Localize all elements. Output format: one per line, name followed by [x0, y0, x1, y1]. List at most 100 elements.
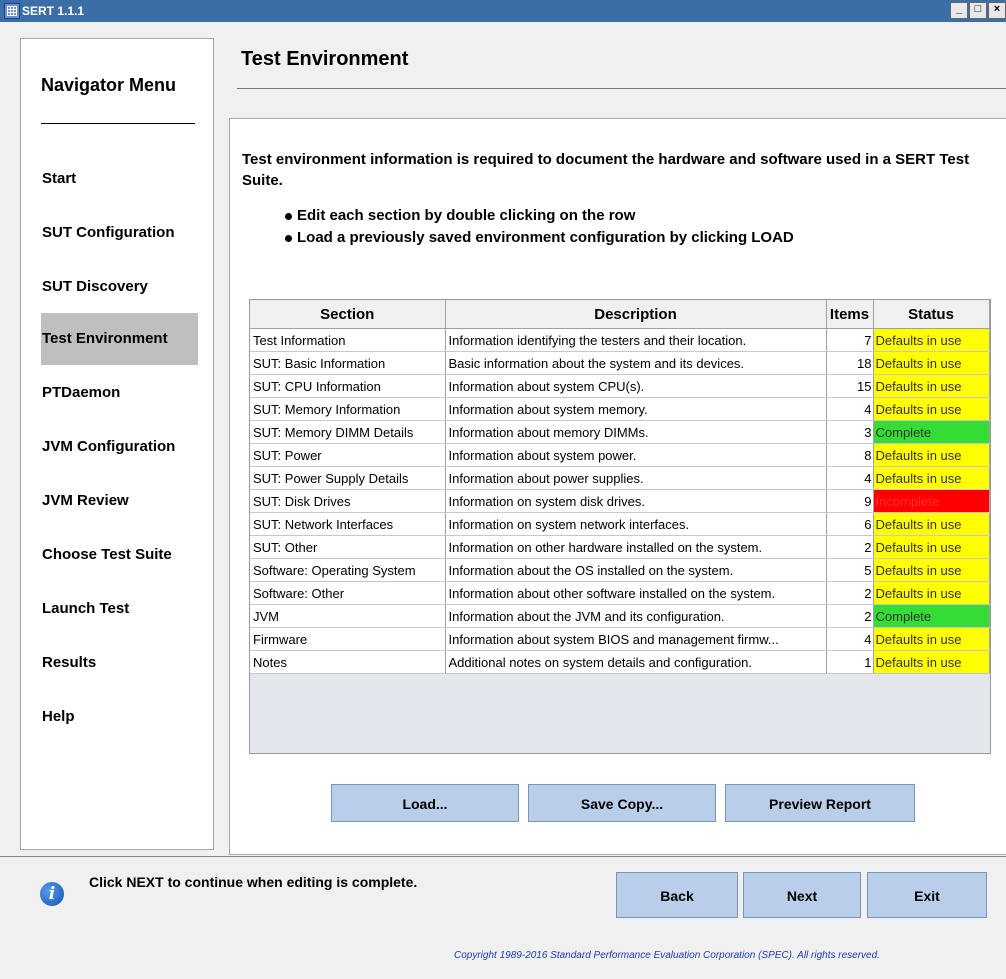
cell-items[interactable]: 9: [826, 489, 874, 513]
cell-items[interactable]: 4: [826, 397, 874, 421]
table-row[interactable]: SUT: Disk Drives Information on system di…: [250, 489, 990, 513]
cell-section[interactable]: Firmware: [250, 627, 446, 651]
cell-description[interactable]: Information identifying the testers and …: [445, 328, 827, 352]
cell-items[interactable]: 6: [826, 512, 874, 536]
cell-description[interactable]: Information about other software install…: [445, 581, 827, 605]
nav-item-sut-discovery[interactable]: SUT Discovery: [41, 261, 198, 313]
cell-items[interactable]: 2: [826, 581, 874, 605]
nav-item-ptdaemon[interactable]: PTDaemon: [41, 367, 198, 419]
cell-section[interactable]: SUT: Power: [250, 443, 446, 467]
cell-description[interactable]: Information about the OS installed on th…: [445, 558, 827, 582]
cell-items[interactable]: 7: [826, 328, 874, 352]
cell-description[interactable]: Information about system CPU(s).: [445, 374, 827, 398]
cell-status[interactable]: Defaults in use: [873, 466, 990, 490]
cell-status[interactable]: Defaults in use: [873, 627, 990, 651]
nav-item-test-environment[interactable]: Test Environment: [41, 313, 198, 365]
table-row[interactable]: SUT: Network Interfaces Information on sy…: [250, 512, 990, 536]
preview-report-button[interactable]: Preview Report: [725, 784, 915, 822]
table-row[interactable]: SUT: CPU Information Information about sy…: [250, 374, 990, 398]
cell-section[interactable]: Software: Other: [250, 581, 446, 605]
exit-button[interactable]: Exit: [867, 872, 987, 918]
table-row[interactable]: JVM Information about the JVM and its con…: [250, 604, 990, 628]
cell-section[interactable]: SUT: Disk Drives: [250, 489, 446, 513]
info-icon: i: [40, 882, 64, 906]
cell-description[interactable]: Information about the JVM and its config…: [445, 604, 827, 628]
cell-items[interactable]: 4: [826, 466, 874, 490]
nav-item-help[interactable]: Help: [41, 691, 198, 743]
cell-status[interactable]: Defaults in use: [873, 650, 990, 674]
table-row[interactable]: SUT: Power Information about system power…: [250, 443, 990, 467]
cell-description[interactable]: Information on system disk drives.: [445, 489, 827, 513]
cell-status[interactable]: Defaults in use: [873, 374, 990, 398]
table-row[interactable]: SUT: Memory Information Information about…: [250, 397, 990, 421]
table-row[interactable]: SUT: Other Information on other hardware …: [250, 535, 990, 559]
back-button[interactable]: Back: [616, 872, 738, 918]
cell-description[interactable]: Information on other hardware installed …: [445, 535, 827, 559]
cell-items[interactable]: 1: [826, 650, 874, 674]
cell-items[interactable]: 15: [826, 374, 874, 398]
cell-status[interactable]: Defaults in use: [873, 581, 990, 605]
nav-item-start[interactable]: Start: [41, 153, 198, 205]
cell-status[interactable]: Defaults in use: [873, 558, 990, 582]
cell-section[interactable]: SUT: Basic Information: [250, 351, 446, 375]
cell-items[interactable]: 5: [826, 558, 874, 582]
cell-items[interactable]: 3: [826, 420, 874, 444]
cell-status[interactable]: Complete: [873, 420, 990, 444]
nav-item-choose-test-suite[interactable]: Choose Test Suite: [41, 529, 198, 581]
cell-status[interactable]: Defaults in use: [873, 351, 990, 375]
cell-status[interactable]: Defaults in use: [873, 512, 990, 536]
cell-status[interactable]: Defaults in use: [873, 535, 990, 559]
nav-item-sut-configuration[interactable]: SUT Configuration: [41, 207, 198, 259]
next-button[interactable]: Next: [743, 872, 861, 918]
cell-items[interactable]: 8: [826, 443, 874, 467]
cell-description[interactable]: Information about power supplies.: [445, 466, 827, 490]
table-row[interactable]: Firmware Information about system BIOS an…: [250, 627, 990, 651]
cell-section[interactable]: SUT: Network Interfaces: [250, 512, 446, 536]
maximize-button[interactable]: □: [969, 2, 987, 19]
close-button[interactable]: ×: [988, 2, 1006, 19]
cell-section[interactable]: SUT: CPU Information: [250, 374, 446, 398]
column-header-status[interactable]: Status: [873, 300, 990, 329]
load-button[interactable]: Load...: [331, 784, 519, 822]
column-header-items[interactable]: Items: [826, 300, 874, 329]
cell-section[interactable]: SUT: Memory Information: [250, 397, 446, 421]
cell-status[interactable]: Defaults in use: [873, 397, 990, 421]
cell-section[interactable]: SUT: Power Supply Details: [250, 466, 446, 490]
cell-section[interactable]: Notes: [250, 650, 446, 674]
cell-description[interactable]: Information about system power.: [445, 443, 827, 467]
cell-description[interactable]: Information about system memory.: [445, 397, 827, 421]
cell-description[interactable]: Information about system BIOS and manage…: [445, 627, 827, 651]
cell-items[interactable]: 4: [826, 627, 874, 651]
cell-items[interactable]: 2: [826, 604, 874, 628]
column-header-description[interactable]: Description: [445, 300, 827, 329]
minimize-button[interactable]: _: [950, 2, 968, 19]
table-row[interactable]: SUT: Memory DIMM Details Information abou…: [250, 420, 990, 444]
cell-description[interactable]: Additional notes on system details and c…: [445, 650, 827, 674]
table-row[interactable]: Notes Additional notes on system details …: [250, 650, 990, 674]
nav-item-jvm-review[interactable]: JVM Review: [41, 475, 198, 527]
cell-status[interactable]: Incomplete: [873, 489, 990, 513]
cell-status[interactable]: Complete: [873, 604, 990, 628]
cell-status[interactable]: Defaults in use: [873, 443, 990, 467]
cell-status[interactable]: Defaults in use: [873, 328, 990, 352]
cell-items[interactable]: 2: [826, 535, 874, 559]
cell-items[interactable]: 18: [826, 351, 874, 375]
cell-description[interactable]: Information on system network interfaces…: [445, 512, 827, 536]
save-copy-button[interactable]: Save Copy...: [528, 784, 716, 822]
cell-section[interactable]: JVM: [250, 604, 446, 628]
table-row[interactable]: Software: Other Information about other s…: [250, 581, 990, 605]
nav-item-results[interactable]: Results: [41, 637, 198, 689]
cell-section[interactable]: Software: Operating System: [250, 558, 446, 582]
cell-section[interactable]: SUT: Memory DIMM Details: [250, 420, 446, 444]
table-row[interactable]: SUT: Basic Information Basic information …: [250, 351, 990, 375]
column-header-section[interactable]: Section: [250, 300, 446, 329]
table-row[interactable]: SUT: Power Supply Details Information abo…: [250, 466, 990, 490]
nav-item-launch-test[interactable]: Launch Test: [41, 583, 198, 635]
table-row[interactable]: Software: Operating System Information ab…: [250, 558, 990, 582]
cell-section[interactable]: SUT: Other: [250, 535, 446, 559]
cell-description[interactable]: Information about memory DIMMs.: [445, 420, 827, 444]
nav-item-jvm-configuration[interactable]: JVM Configuration: [41, 421, 198, 473]
table-row[interactable]: Test Information Information identifying …: [250, 328, 990, 352]
cell-description[interactable]: Basic information about the system and i…: [445, 351, 827, 375]
cell-section[interactable]: Test Information: [250, 328, 446, 352]
